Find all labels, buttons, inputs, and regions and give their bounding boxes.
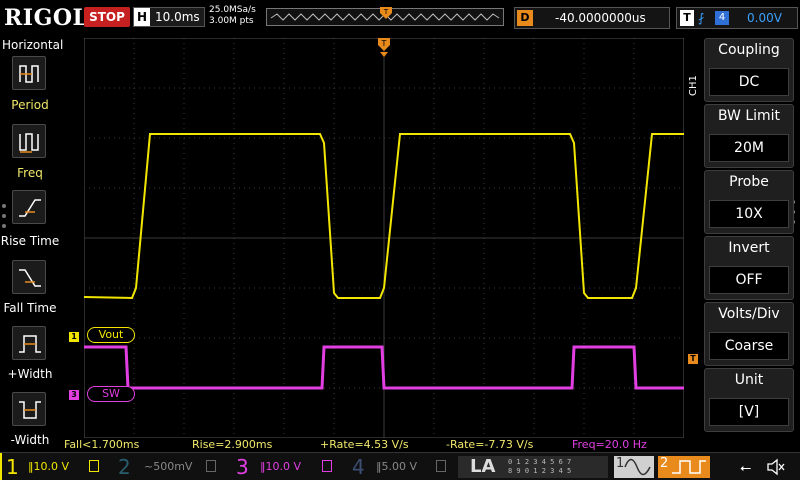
trigger-position-marker: T bbox=[378, 38, 390, 57]
invert-softkey[interactable]: Invert OFF bbox=[704, 236, 794, 300]
menu-page-dots bbox=[2, 204, 7, 234]
period-label: Period bbox=[11, 98, 49, 112]
freq-button[interactable] bbox=[12, 124, 46, 158]
freq-icon bbox=[19, 133, 39, 153]
ch1-offset-marker[interactable]: 1 bbox=[69, 332, 79, 342]
rise-time-button[interactable] bbox=[12, 190, 46, 224]
delay-box[interactable]: D -40.0000000us bbox=[514, 7, 670, 29]
pos-width-button[interactable] bbox=[12, 326, 46, 360]
ch1-scale[interactable]: ‖10.0 V bbox=[28, 460, 69, 474]
neg-width-button[interactable] bbox=[12, 392, 46, 426]
square-wave-icon bbox=[672, 460, 706, 474]
bw-limit-softkey[interactable]: BW Limit 20M bbox=[704, 104, 794, 168]
trigger-level: 0.00V bbox=[747, 11, 782, 25]
meas-freq: Freq=20.0 Hz bbox=[572, 438, 647, 451]
pos-width-icon bbox=[19, 335, 41, 353]
channel-status-bar: 1 ‖10.0 V 2 ~500mV 3 ‖10.0 V 4 ‖5.00 V L… bbox=[0, 452, 800, 480]
memory-depth: 3.00M pts bbox=[209, 16, 254, 26]
probe-softkey[interactable]: Probe ◀ 10X bbox=[704, 170, 794, 234]
delay-label: D bbox=[517, 10, 533, 26]
volts-div-softkey[interactable]: Volts/Div Coarse bbox=[704, 302, 794, 366]
waveform-grid[interactable]: T bbox=[84, 38, 684, 438]
trigger-label: T bbox=[680, 10, 694, 26]
coupling-softkey[interactable]: Coupling ◀ DC bbox=[704, 38, 794, 102]
ch4-scale[interactable]: ‖5.00 V bbox=[376, 460, 417, 474]
trigger-level-marker[interactable]: T bbox=[688, 354, 698, 364]
logic-analyzer-button[interactable]: LA 0 1 2 3 4 5 6 7 8 9 0 1 2 3 4 5 bbox=[458, 456, 608, 478]
ch2-scale[interactable]: ~500mV bbox=[144, 460, 192, 474]
softkey-title: Unit bbox=[734, 372, 764, 388]
ch4-number[interactable]: 4 bbox=[352, 455, 365, 479]
period-button[interactable] bbox=[12, 56, 46, 90]
neg-width-icon bbox=[19, 401, 41, 419]
meas-neg-rate: -Rate=-7.73 V/s bbox=[446, 438, 534, 451]
trigger-position-icon: T bbox=[380, 7, 392, 19]
softkey-value: OFF bbox=[709, 266, 789, 294]
sample-rate: 25.0MSa/s bbox=[209, 5, 256, 15]
measure-menu: Horizontal Period Freq Rise Time Fall Ti… bbox=[0, 36, 64, 447]
trigger-box[interactable]: T ⨏ 4 0.00V bbox=[676, 7, 798, 29]
ch3-bw-icon bbox=[322, 460, 332, 472]
generator-1-button[interactable]: 1 bbox=[614, 456, 654, 478]
timebase-label: H bbox=[134, 8, 150, 26]
unit-softkey[interactable]: Unit ◀ [V] bbox=[704, 368, 794, 432]
brand-logo: RIGOL bbox=[4, 5, 89, 31]
la-channel-grid: 0 1 2 3 4 5 6 7 8 9 0 1 2 3 4 5 bbox=[508, 458, 572, 475]
period-icon bbox=[19, 65, 39, 83]
speaker-muted-icon[interactable] bbox=[766, 458, 786, 476]
softkey-value: [V] bbox=[709, 398, 789, 426]
la-label: LA bbox=[470, 456, 496, 477]
softkey-title: Invert bbox=[728, 240, 770, 256]
ch3-scale[interactable]: ‖10.0 V bbox=[260, 460, 301, 474]
timebase-value: 10.0ms bbox=[155, 10, 200, 24]
meas-pos-rate: +Rate=4.53 V/s bbox=[320, 438, 409, 451]
fall-time-button[interactable] bbox=[12, 260, 46, 294]
softkey-value: 10X bbox=[709, 200, 789, 228]
rise-time-icon bbox=[19, 199, 41, 217]
ch1-label-tag: Vout bbox=[87, 327, 135, 343]
run-stop-button[interactable]: STOP bbox=[84, 7, 130, 27]
softkey-value: DC bbox=[709, 68, 789, 96]
ch3-number[interactable]: 3 bbox=[236, 455, 249, 479]
gen2-number: 2 bbox=[660, 456, 669, 471]
softkey-value: 20M bbox=[709, 134, 789, 162]
svg-text:T: T bbox=[381, 39, 387, 48]
delay-value: -40.0000000us bbox=[555, 11, 646, 25]
pos-width-label: +Width bbox=[7, 367, 53, 381]
trigger-source: 4 bbox=[715, 11, 729, 25]
top-status-bar: RIGOL STOP H 10.0ms 25.0MSa/s 3.00M pts … bbox=[0, 0, 800, 36]
ch3-label-tag: SW bbox=[87, 386, 135, 402]
usb-icon: ⭠ bbox=[740, 460, 752, 476]
meas-rise: Rise=2.900ms bbox=[192, 438, 273, 451]
acquisition-info: 25.0MSa/s 3.00M pts bbox=[209, 5, 256, 27]
softkey-title: Volts/Div bbox=[718, 306, 780, 322]
rise-time-label: Rise Time bbox=[0, 234, 60, 248]
fall-time-icon bbox=[19, 269, 41, 287]
ch2-number[interactable]: 2 bbox=[118, 455, 131, 479]
menu-title: Horizontal bbox=[2, 38, 64, 52]
sine-wave-icon bbox=[624, 458, 651, 476]
meas-fall: Fall<1.700ms bbox=[64, 438, 140, 451]
freq-label: Freq bbox=[17, 166, 43, 180]
fall-time-label: Fall Time bbox=[3, 301, 57, 315]
softkey-title: Coupling bbox=[718, 42, 780, 58]
timebase-box[interactable]: H 10.0ms bbox=[133, 7, 205, 27]
ch1-number[interactable]: 1 bbox=[6, 455, 19, 479]
measurement-bar: Fall<1.700ms Rise=2.900ms +Rate=4.53 V/s… bbox=[0, 438, 690, 452]
ch3-offset-marker[interactable]: 3 bbox=[69, 390, 79, 400]
svg-text:T: T bbox=[383, 8, 389, 16]
softkey-title: BW Limit bbox=[717, 108, 781, 124]
channel-menu: Coupling ◀ DC BW Limit 20M Probe ◀ 10X I… bbox=[698, 38, 800, 436]
ch2-bw-icon bbox=[206, 460, 216, 472]
ch4-bw-icon bbox=[436, 460, 446, 472]
ch1-active-indicator bbox=[0, 453, 2, 480]
ch1-bw-icon bbox=[89, 460, 99, 472]
softkey-title: Probe bbox=[729, 174, 769, 190]
memory-timeline[interactable]: T bbox=[266, 7, 504, 26]
rising-edge-icon: ⨏ bbox=[698, 11, 705, 25]
generator-2-button[interactable]: 2 bbox=[658, 456, 710, 478]
softkey-value: Coarse bbox=[709, 332, 789, 360]
